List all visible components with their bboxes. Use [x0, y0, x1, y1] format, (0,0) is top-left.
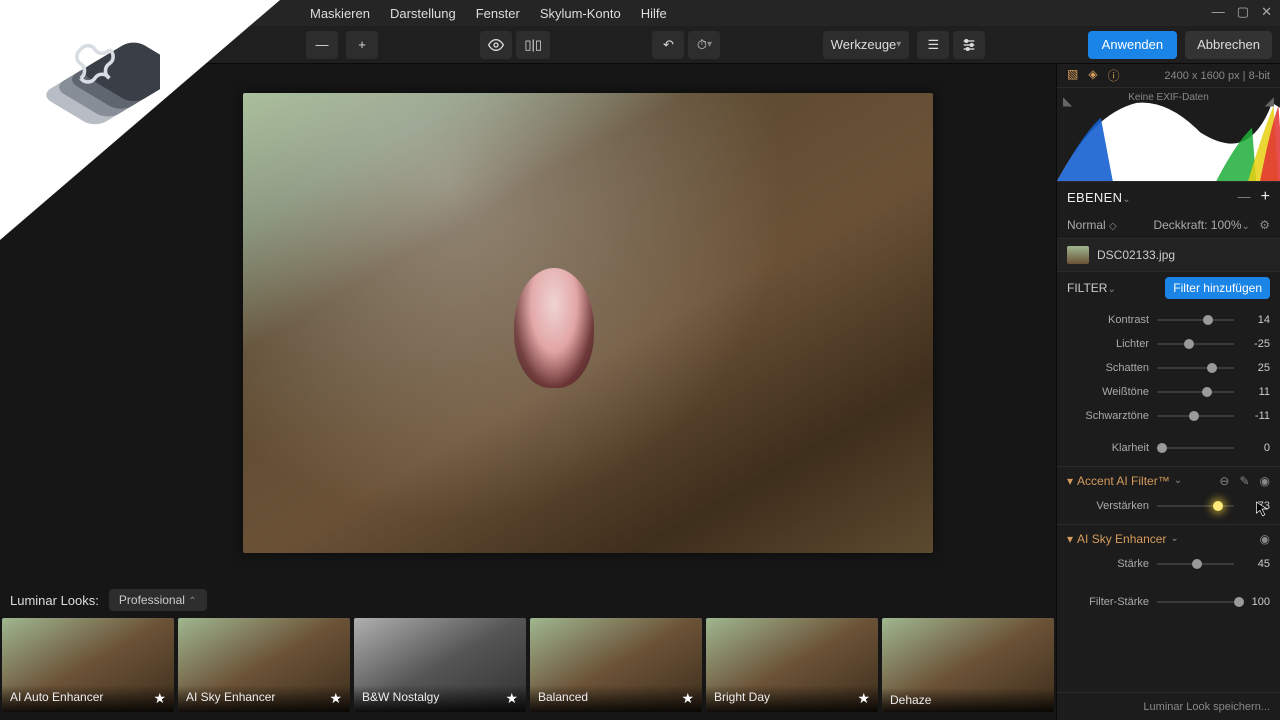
opacity-value[interactable]: 100%	[1211, 218, 1242, 232]
slider-filter-stärke[interactable]: Filter-Stärke 100	[1057, 590, 1280, 614]
slider-lichter[interactable]: Lichter -25	[1057, 332, 1280, 356]
slider-weißtöne[interactable]: Weißtöne 11	[1057, 380, 1280, 404]
eye-icon[interactable]: ◉	[1260, 474, 1270, 488]
adjust-panel-icon[interactable]	[953, 31, 985, 59]
layers-tab-icon[interactable]: ◈	[1088, 67, 1097, 84]
menu-item[interactable]: Skylum-Konto	[540, 6, 621, 21]
edited-photo	[243, 93, 933, 553]
brush-icon[interactable]: ✎	[1239, 474, 1249, 488]
gear-icon[interactable]: ⚙	[1259, 218, 1270, 232]
slider-klarheit[interactable]: Klarheit 0	[1057, 436, 1280, 460]
info-tab-icon[interactable]: ⓘ	[1108, 67, 1120, 84]
blend-mode-dropdown[interactable]: Normal ◇	[1067, 218, 1117, 232]
undo-button[interactable]: ↶	[652, 31, 684, 59]
history-button[interactable]: ⏱ ▾	[688, 31, 720, 59]
histogram[interactable]: Keine EXIF-Daten ◣ ◢	[1057, 88, 1280, 182]
menu-item[interactable]: Darstellung	[390, 6, 456, 21]
presets-panel-icon[interactable]: ☰	[917, 31, 949, 59]
layer-thumb	[1067, 246, 1089, 264]
look-preset[interactable]: AI Auto Enhancer★	[2, 618, 174, 712]
looks-category-dropdown[interactable]: Professional ⌃	[109, 589, 207, 611]
eye-icon[interactable]: ◉	[1260, 532, 1270, 546]
filter-title: FILTER⌄	[1067, 281, 1116, 295]
histogram-tab-icon[interactable]: ▧	[1067, 67, 1078, 84]
save-look-button[interactable]: Luminar Look speichern...	[1143, 701, 1270, 713]
close-icon[interactable]: ✕	[1261, 4, 1272, 20]
add-layer-button[interactable]: +	[346, 31, 378, 59]
look-preset[interactable]: Balanced★	[530, 618, 702, 712]
image-canvas[interactable]	[0, 64, 1056, 582]
back-button[interactable]: —	[306, 31, 338, 59]
cancel-button[interactable]: Abbrechen	[1185, 31, 1272, 59]
slider-stärke[interactable]: Stärke 45	[1057, 552, 1280, 576]
slider-schatten[interactable]: Schatten 25	[1057, 356, 1280, 380]
look-preset[interactable]: Bright Day★	[706, 618, 878, 712]
slider-verstärken[interactable]: Verstärken 73	[1057, 494, 1280, 518]
layer-name: DSC02133.jpg	[1097, 248, 1175, 262]
reset-icon[interactable]: ⊖	[1219, 474, 1229, 488]
menu-item[interactable]: Fenster	[476, 6, 520, 21]
look-preset[interactable]: Dehaze	[882, 618, 1054, 712]
slider-schwarztöne[interactable]: Schwarztöne -11	[1057, 404, 1280, 428]
collapse-layers-icon[interactable]: —	[1238, 189, 1251, 204]
ai-sky-enhancer-header[interactable]: ▾ AI Sky Enhancer ⌄ ◉	[1057, 524, 1280, 552]
accent-ai-filter-header[interactable]: ▾ Accent AI Filter™ ⌄ ⊖✎◉	[1057, 466, 1280, 494]
menu-item[interactable]: Maskieren	[310, 6, 370, 21]
add-layer-icon[interactable]: +	[1261, 188, 1270, 205]
compare-button[interactable]: ▯|▯	[516, 31, 550, 59]
minimize-icon[interactable]: —	[1212, 4, 1225, 20]
menu-item[interactable]: Hilfe	[641, 6, 667, 21]
look-preset[interactable]: B&W Nostalgy★	[354, 618, 526, 712]
maximize-icon[interactable]: ▢	[1237, 4, 1249, 20]
looks-strip[interactable]: AI Auto Enhancer★ AI Sky Enhancer★ B&W N…	[0, 618, 1056, 720]
look-preset[interactable]: AI Sky Enhancer★	[178, 618, 350, 712]
layer-row[interactable]: DSC02133.jpg	[1057, 238, 1280, 272]
ebenen-title: EBENEN⌄	[1067, 190, 1131, 205]
add-filter-button[interactable]: Filter hinzufügen	[1165, 277, 1270, 299]
werkzeuge-dropdown[interactable]: Werkzeuge ▾	[823, 31, 910, 59]
shadow-clip-icon[interactable]: ◣	[1063, 94, 1072, 108]
right-panel: ▧ ◈ ⓘ 2400 x 1600 px | 8-bit Keine EXIF-…	[1056, 64, 1280, 720]
slider-kontrast[interactable]: Kontrast 14	[1057, 308, 1280, 332]
looks-label: Luminar Looks:	[10, 593, 99, 608]
apply-button[interactable]: Anwenden	[1088, 31, 1177, 59]
eye-preview-button[interactable]	[480, 31, 512, 59]
highlight-clip-icon[interactable]: ◢	[1265, 94, 1274, 108]
